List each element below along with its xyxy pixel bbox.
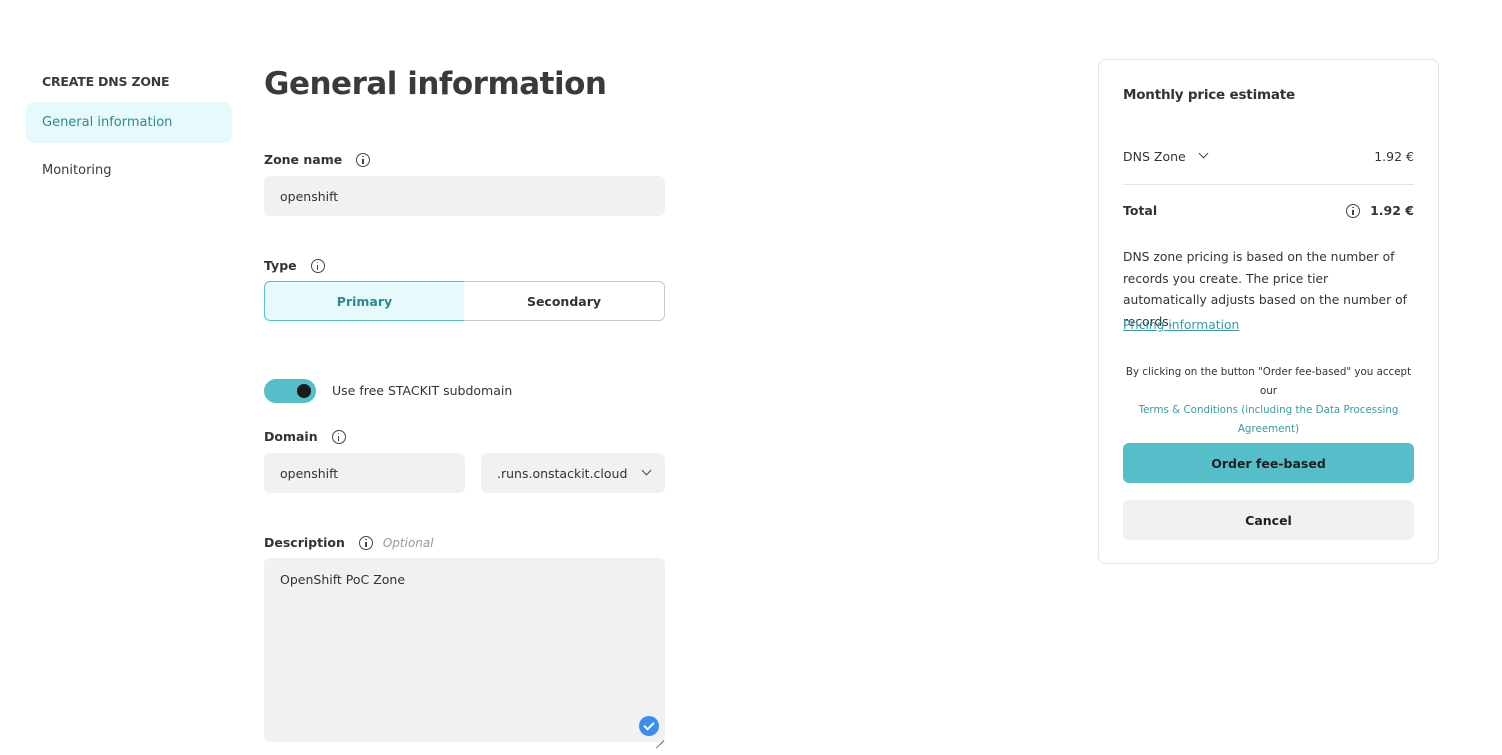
info-icon[interactable]	[1346, 203, 1361, 218]
type-secondary-button[interactable]: Secondary	[464, 281, 665, 321]
subdomain-toggle[interactable]	[264, 379, 316, 403]
dns-zone-row: DNS Zone 1.92 €	[1123, 148, 1414, 164]
subdomain-toggle-label: Use free STACKIT subdomain	[332, 383, 513, 398]
sidebar-item-general-information[interactable]: General information	[26, 102, 232, 143]
zone-name-label-row: Zone name	[264, 152, 371, 167]
domain-input[interactable]: openshift	[264, 453, 465, 493]
total-value-group: 1.92 €	[1346, 203, 1414, 218]
domain-label-row: Domain	[264, 429, 346, 444]
type-label-row: Type	[264, 258, 325, 273]
dns-zone-label: DNS Zone	[1123, 149, 1186, 164]
toggle-knob	[297, 384, 311, 398]
chevron-down-icon	[1198, 148, 1209, 159]
optional-hint: Optional	[382, 535, 434, 550]
total-label: Total	[1123, 203, 1158, 218]
info-icon[interactable]	[331, 429, 346, 444]
resize-handle-icon[interactable]	[655, 732, 664, 741]
description-label: Description	[264, 535, 345, 550]
domain-label: Domain	[264, 429, 318, 444]
info-icon[interactable]	[358, 535, 373, 550]
terms-prefix: By clicking on the button "Order fee-bas…	[1125, 366, 1412, 397]
domain-suffix-select[interactable]: .runs.onstackit.cloud	[481, 453, 665, 493]
cancel-button[interactable]: Cancel	[1123, 500, 1414, 540]
sidebar-item-monitoring[interactable]: Monitoring	[26, 150, 232, 191]
type-primary-button[interactable]: Primary	[264, 281, 465, 321]
dns-zone-toggle[interactable]: DNS Zone	[1123, 148, 1209, 164]
zone-name-label: Zone name	[264, 152, 343, 167]
divider	[1123, 184, 1414, 185]
order-fee-based-button[interactable]: Order fee-based	[1123, 443, 1414, 483]
pricing-information-link[interactable]: Pricing information	[1123, 318, 1239, 332]
description-label-row: Description Optional	[264, 535, 434, 550]
price-estimate-panel: Monthly price estimate DNS Zone 1.92 € T…	[1098, 59, 1439, 564]
info-icon[interactable]	[356, 152, 371, 167]
total-price: 1.92 €	[1370, 203, 1414, 218]
description-textarea[interactable]: OpenShift PoC Zone	[264, 558, 665, 742]
domain-suffix-value: .runs.onstackit.cloud	[497, 465, 628, 481]
terms-notice: By clicking on the button "Order fee-bas…	[1119, 363, 1418, 439]
chevron-down-icon	[641, 465, 652, 476]
total-row: Total 1.92 €	[1123, 203, 1414, 218]
type-label: Type	[264, 258, 297, 273]
zone-name-input[interactable]: openshift	[264, 176, 665, 216]
page-title: General information	[264, 66, 607, 102]
dns-zone-price: 1.92 €	[1374, 149, 1414, 164]
panel-title: Monthly price estimate	[1123, 87, 1295, 103]
terms-link[interactable]: Terms & Conditions (including the Data P…	[1139, 404, 1399, 435]
sidebar-heading: CREATE DNS ZONE	[42, 74, 170, 89]
info-icon[interactable]	[310, 258, 325, 273]
